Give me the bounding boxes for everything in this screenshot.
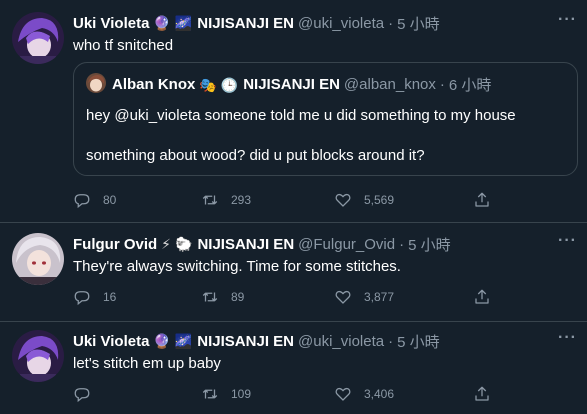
reply-icon — [74, 291, 90, 306]
separator: · — [388, 332, 394, 350]
galaxy-icon: 🌌 — [174, 333, 193, 349]
reply-button[interactable] — [73, 385, 91, 403]
like-count: 3,406 — [364, 387, 395, 401]
tweet-header: Fulgur Ovid ⚡ 🐑 NIJISANJI EN @Fulgur_Ovi… — [73, 234, 451, 254]
share-icon — [475, 289, 489, 304]
retweet-button[interactable]: 89 — [201, 288, 244, 306]
retweet-count: 89 — [231, 290, 245, 304]
retweet-icon — [202, 292, 218, 302]
share-button[interactable] — [473, 288, 491, 306]
action-bar: 109 3,406 — [73, 384, 503, 404]
user-handle[interactable]: @uki_violeta — [298, 333, 384, 350]
like-count: 5,569 — [364, 193, 395, 207]
retweet-button[interactable]: 293 — [201, 191, 251, 209]
tweet-header: Uki Violeta 🔮 🌌 NIJISANJI EN @uki_violet… — [73, 331, 440, 351]
tweet-text: who tf snitched — [73, 37, 174, 54]
org-name: NIJISANJI EN — [197, 235, 295, 253]
retweet-count: 109 — [231, 387, 252, 401]
reply-icon — [74, 388, 90, 403]
quoted-text-line-1: hey @uki_violeta someone told me u did s… — [86, 107, 516, 124]
quoted-text-line-2: something about wood? did u put blocks a… — [86, 147, 425, 164]
heart-icon — [335, 387, 351, 401]
sheep-icon: 🐑 — [175, 236, 193, 252]
more-options-icon[interactable]: ··· — [558, 329, 577, 347]
reply-button[interactable]: 16 — [73, 288, 116, 306]
retweet-button[interactable]: 109 — [201, 385, 251, 403]
avatar[interactable] — [12, 330, 64, 382]
display-name[interactable]: Fulgur Ovid — [73, 236, 157, 253]
org-name: NIJISANJI EN — [197, 14, 294, 32]
reply-button[interactable]: 80 — [73, 191, 116, 209]
more-options-icon[interactable]: ··· — [558, 232, 577, 250]
like-button[interactable]: 3,406 — [334, 385, 394, 403]
share-icon — [475, 192, 489, 207]
galaxy-icon: 🌌 — [174, 15, 193, 31]
reply-icon — [74, 194, 90, 209]
tweet[interactable]: Fulgur Ovid ⚡ 🐑 NIJISANJI EN @Fulgur_Ovi… — [0, 223, 587, 321]
clock-icon: 🕒 — [220, 76, 239, 93]
heart-icon — [335, 193, 351, 207]
avatar[interactable] — [12, 12, 64, 64]
retweet-count: 293 — [231, 193, 252, 207]
quoted-user-handle: @alban_knox — [343, 76, 436, 93]
crystal-ball-icon: 🔮 — [153, 333, 171, 349]
reply-count: 16 — [103, 290, 117, 304]
share-button[interactable] — [473, 385, 491, 403]
tweet-header: Uki Violeta 🔮 🌌 NIJISANJI EN @uki_violet… — [73, 13, 440, 33]
tweet[interactable]: Uki Violeta 🔮 🌌 NIJISANJI EN @uki_violet… — [0, 322, 587, 414]
quoted-header: Alban Knox 🎭 🕒 NIJISANJI EN @alban_knox … — [112, 74, 491, 95]
timestamp[interactable]: 5 小時 — [408, 234, 451, 255]
user-handle[interactable]: @Fulgur_Ovid — [298, 236, 395, 253]
tweet-text: let's stitch em up baby — [73, 355, 221, 372]
timestamp[interactable]: 5 小時 — [397, 13, 440, 34]
reply-count: 80 — [103, 193, 117, 207]
org-name: NIJISANJI EN — [197, 332, 294, 350]
timestamp[interactable]: 5 小時 — [397, 331, 440, 352]
action-bar: 80 293 5,569 — [73, 190, 503, 210]
quoted-tweet[interactable]: Alban Knox 🎭 🕒 NIJISANJI EN @alban_knox … — [73, 62, 578, 176]
retweet-icon — [202, 389, 218, 399]
crystal-ball-icon: 🔮 — [153, 15, 171, 31]
quoted-avatar — [86, 73, 106, 93]
like-count: 3,877 — [364, 290, 395, 304]
lightning-icon: ⚡ — [161, 236, 172, 252]
quoted-display-name: Alban Knox — [112, 76, 196, 93]
quoted-org-name: NIJISANJI EN — [243, 76, 340, 93]
like-button[interactable]: 5,569 — [334, 191, 394, 209]
heart-icon — [335, 290, 351, 304]
separator: · — [399, 235, 405, 253]
share-icon — [475, 386, 489, 401]
quoted-timestamp: 6 小時 — [448, 77, 492, 94]
display-name[interactable]: Uki Violeta — [73, 333, 149, 350]
more-options-icon[interactable]: ··· — [558, 11, 577, 29]
action-bar: 16 89 3,877 — [73, 287, 503, 307]
display-name[interactable]: Uki Violeta — [73, 15, 149, 32]
avatar[interactable] — [12, 233, 64, 285]
retweet-icon — [202, 195, 218, 205]
tweet-text: They're always switching. Time for some … — [73, 258, 401, 275]
separator: · — [388, 14, 394, 32]
theater-masks-icon: 🎭 — [199, 76, 217, 93]
user-handle[interactable]: @uki_violeta — [298, 15, 384, 32]
tweet[interactable]: Uki Violeta 🔮 🌌 NIJISANJI EN @uki_violet… — [0, 0, 587, 222]
separator: · — [439, 76, 445, 93]
share-button[interactable] — [473, 191, 491, 209]
like-button[interactable]: 3,877 — [334, 288, 394, 306]
